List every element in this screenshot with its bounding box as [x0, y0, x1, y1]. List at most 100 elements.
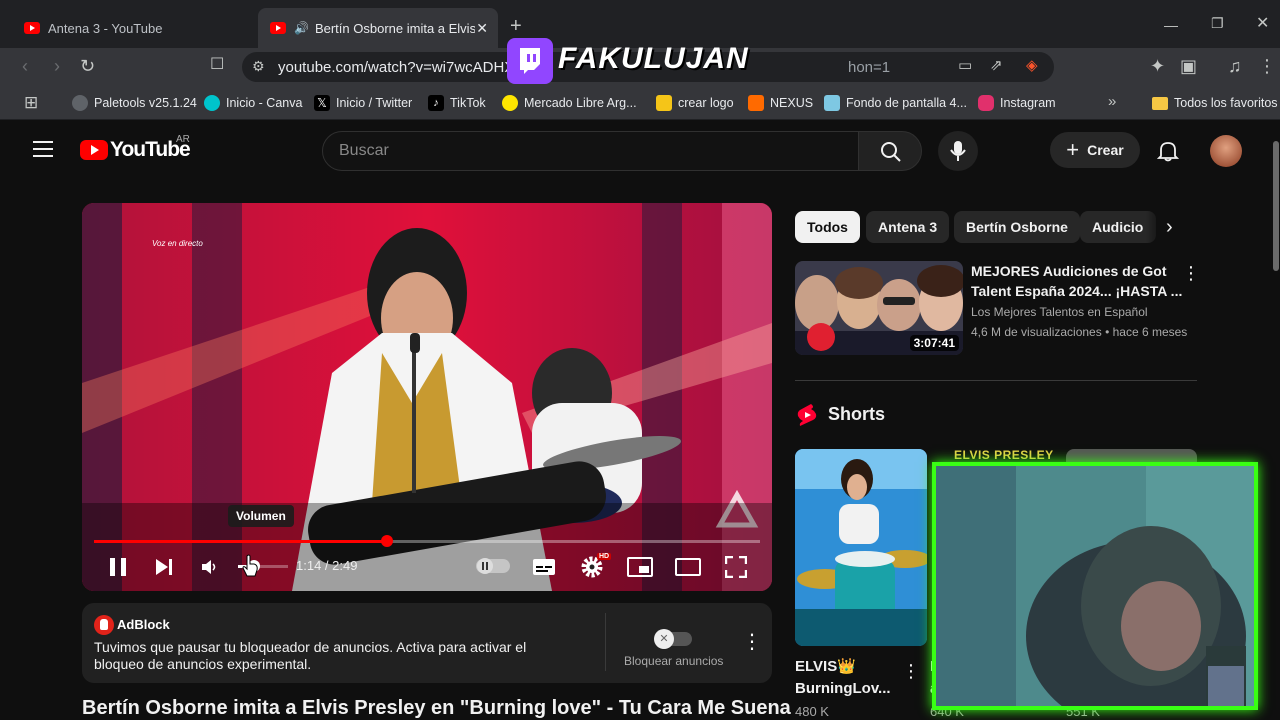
reading-list-icon[interactable]: ▣: [1180, 57, 1197, 75]
folder-icon: [1152, 96, 1168, 110]
autoplay-toggle[interactable]: [476, 558, 510, 574]
webcam-overlay: [932, 462, 1258, 710]
notifications-bell-icon[interactable]: [1157, 140, 1179, 162]
fullscreen-icon[interactable]: [725, 556, 747, 578]
chevron-right-icon[interactable]: ›: [1166, 216, 1173, 239]
more-bookmarks-icon[interactable]: »: [1108, 94, 1116, 109]
bookmark-wallpaper[interactable]: Fondo de pantalla 4...: [824, 94, 967, 112]
hand-cursor-icon: [242, 554, 258, 577]
bookmarks-bar: ⊞ Paletools v25.1.24 Inicio - Canva 𝕏 Ini…: [0, 86, 1280, 120]
video-player[interactable]: Voz en directo: [82, 203, 772, 591]
short-1-title-line2[interactable]: BurningLov...: [795, 678, 891, 700]
more-options-icon[interactable]: ⋮: [742, 629, 762, 654]
twitch-logo-icon: [507, 38, 553, 84]
time-display: 1:14 / 2:49: [296, 558, 358, 573]
bookmark-label: Todos los favoritos: [1174, 96, 1278, 110]
bookmark-twitter[interactable]: 𝕏 Inicio / Twitter: [314, 94, 412, 112]
plus-icon: +: [1066, 137, 1080, 162]
recommended-thumbnail[interactable]: 3:07:41: [795, 261, 963, 355]
youtube-logo-icon[interactable]: [80, 140, 108, 160]
tab-current-video[interactable]: 🔊 Bertín Osborne imita a Elvis Presley e…: [258, 8, 498, 48]
back-button[interactable]: ‹: [22, 57, 28, 75]
video-menu-icon[interactable]: ⋮: [1182, 263, 1200, 284]
search-input[interactable]: Buscar: [322, 131, 859, 171]
progress-scrubber[interactable]: [381, 535, 394, 547]
volume-icon[interactable]: [201, 558, 219, 576]
logo-icon: [656, 95, 672, 111]
cam-label: ELVIS PRESLEY: [954, 448, 1054, 462]
all-bookmarks-folder[interactable]: Todos los favoritos: [1152, 94, 1278, 112]
adblock-brand: AdBlock: [117, 617, 170, 632]
bookmark-page-icon[interactable]: ☐: [210, 57, 224, 73]
scrollbar-thumb[interactable]: [1273, 141, 1279, 271]
new-tab-button[interactable]: +: [510, 16, 522, 36]
minimize-window-button[interactable]: —: [1164, 18, 1178, 32]
recommended-title-line1[interactable]: MEJORES Audiciones de Got: [971, 261, 1167, 281]
hd-badge: HD: [597, 553, 612, 560]
search-icon: [881, 142, 901, 162]
chip-todos[interactable]: Todos: [795, 211, 860, 243]
site-info-icon[interactable]: ⚙: [252, 59, 265, 73]
chip-antena3[interactable]: Antena 3: [866, 211, 950, 243]
short-1-views: 480 K: [795, 704, 829, 719]
extensions-icon[interactable]: ✦: [1150, 57, 1165, 75]
volume-tooltip: Volumen: [228, 505, 294, 527]
speaker-icon: 🔊: [294, 21, 309, 35]
hamburger-menu-icon[interactable]: [33, 141, 53, 157]
browser-menu-icon[interactable]: ⋮: [1258, 57, 1276, 75]
url-text: youtube.com/watch?v=wi7wcADHXs0: [278, 59, 531, 76]
pause-icon[interactable]: [109, 557, 127, 577]
bookmark-nexus[interactable]: NEXUS: [748, 94, 813, 112]
user-avatar[interactable]: [1210, 135, 1242, 167]
subtitles-icon[interactable]: [532, 558, 556, 576]
apps-grid-icon[interactable]: ⊞: [24, 94, 38, 111]
media-controls-icon[interactable]: ♫: [1228, 57, 1242, 75]
toggle-off-icon: ✕: [654, 629, 674, 649]
cast-icon[interactable]: ▭: [958, 58, 972, 73]
restore-window-button[interactable]: ❐: [1211, 16, 1224, 30]
page-scrollbar[interactable]: [1272, 121, 1280, 720]
share-icon[interactable]: ⇗: [990, 58, 1003, 73]
video-title: Bertín Osborne imita a Elvis Presley en …: [82, 697, 791, 719]
voice-search-button[interactable]: [938, 131, 978, 171]
search-button[interactable]: [858, 131, 922, 171]
bookmark-label: Mercado Libre Arg...: [524, 96, 637, 110]
close-tab-icon[interactable]: ✕: [476, 20, 488, 37]
bookmark-label: Paletools v25.1.24: [94, 96, 197, 110]
short-thumbnail-image: [795, 449, 927, 646]
chip-audiciones[interactable]: Audicio: [1080, 211, 1156, 243]
bookmark-instagram[interactable]: Instagram: [978, 94, 1056, 112]
bookmark-tiktok[interactable]: ♪ TikTok: [428, 94, 486, 112]
adblock-panel: AdBlock Tuvimos que pausar tu bloqueador…: [82, 603, 772, 683]
bookmark-label: Fondo de pantalla 4...: [846, 96, 967, 110]
short-menu-icon[interactable]: ⋮: [902, 661, 920, 682]
short-1-title-line1[interactable]: ELVIS👑: [795, 656, 856, 678]
miniplayer-icon[interactable]: [627, 557, 653, 577]
chip-fade: [1146, 211, 1164, 243]
bookmark-label: Inicio / Twitter: [336, 96, 413, 110]
youtube-favicon-icon: [270, 22, 286, 34]
bookmark-crear-logo[interactable]: crear logo: [656, 94, 734, 112]
short-thumbnail-1[interactable]: [795, 449, 927, 646]
forward-button[interactable]: ›: [54, 57, 60, 75]
close-window-button[interactable]: ✕: [1256, 16, 1269, 32]
recommended-channel[interactable]: Los Mejores Talentos en Español: [971, 302, 1148, 322]
divider: [605, 613, 606, 671]
block-ads-toggle[interactable]: ✕: [654, 629, 692, 649]
bookmark-label: crear logo: [678, 96, 734, 110]
recommended-stats: 4,6 M de visualizaciones • hace 6 meses: [971, 325, 1188, 339]
create-button[interactable]: + Crear: [1050, 132, 1140, 168]
recommended-title-line2[interactable]: Talent España 2024... ¡HASTA ...: [971, 281, 1182, 301]
next-video-icon[interactable]: [155, 558, 173, 576]
url-tail-text: hon=1: [848, 59, 891, 76]
reload-button[interactable]: ↻: [80, 57, 95, 75]
chip-bertin-osborne[interactable]: Bertín Osborne: [954, 211, 1080, 243]
progress-bar[interactable]: [94, 535, 760, 547]
tab-antena3[interactable]: Antena 3 - YouTube: [12, 8, 252, 48]
brave-shield-icon[interactable]: ◈: [1026, 58, 1038, 73]
theater-mode-icon[interactable]: [675, 558, 701, 576]
bookmark-paletools[interactable]: Paletools v25.1.24: [72, 94, 197, 112]
x-icon: 𝕏: [314, 95, 330, 111]
bookmark-mercadolibre[interactable]: Mercado Libre Arg...: [502, 94, 637, 112]
bookmark-canva[interactable]: Inicio - Canva: [204, 94, 302, 112]
